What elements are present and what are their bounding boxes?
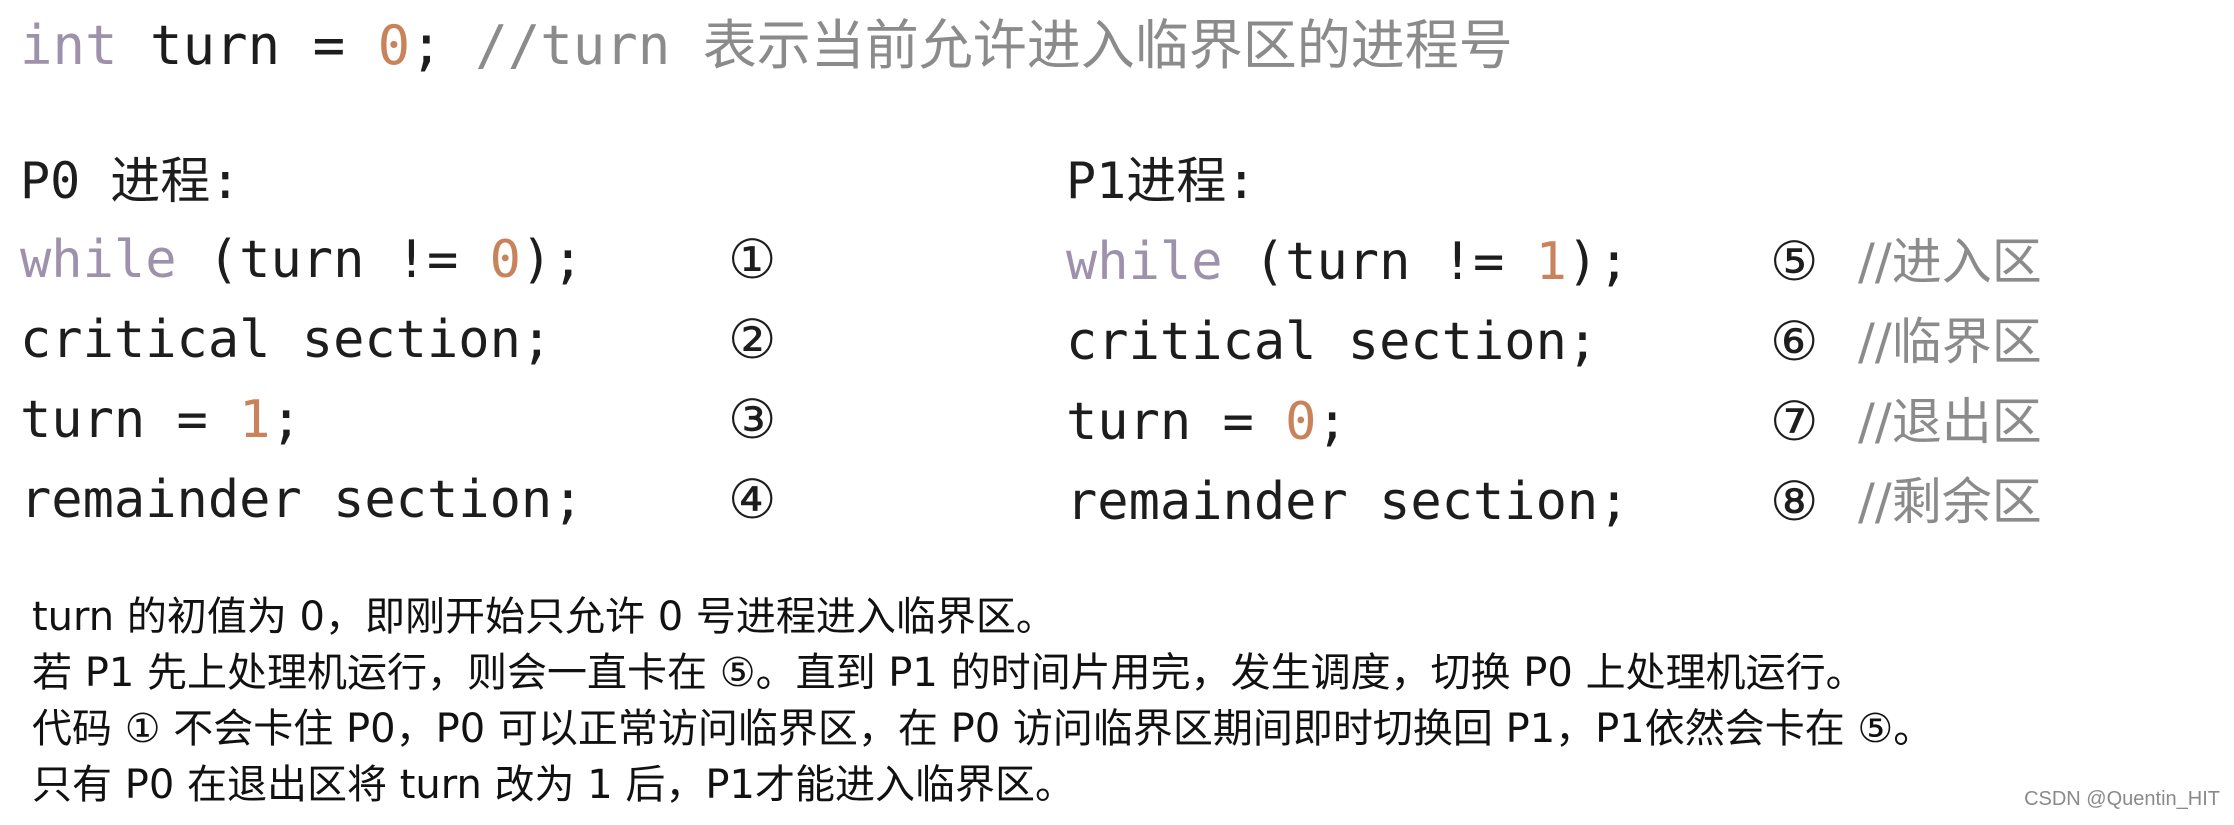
keyword-while: while <box>20 230 177 290</box>
code-text: ; <box>410 14 476 77</box>
section-comment-critical: //临界区 <box>1858 313 2042 371</box>
step-marker-4: ④ <box>728 468 777 531</box>
p0-code-line-4: remainder section; <box>20 465 584 535</box>
p1-code-line-4: remainder section; <box>1066 467 1630 537</box>
step-marker-3: ③ <box>728 388 777 451</box>
p0-code-line-3: turn = 1; <box>20 385 302 455</box>
keyword-int: int <box>20 14 118 77</box>
keyword-while: while <box>1066 232 1223 292</box>
p0-code-line-1: while (turn != 0); <box>20 225 584 295</box>
number-literal: 0 <box>1285 392 1317 452</box>
explanation-line-4: 只有 P0 在退出区将 turn 改为 1 后，P1才能进入临界区。 <box>32 762 1076 808</box>
p1-code-line-2: critical section; <box>1066 307 1598 377</box>
explanation-line-1: turn 的初值为 0，即刚开始只允许 0 号进程进入临界区。 <box>32 594 1056 640</box>
code-text: ; <box>270 390 302 450</box>
section-comment-remainder: //剩余区 <box>1858 473 2042 531</box>
code-text: critical section; <box>1066 312 1599 372</box>
step-marker-1: ① <box>728 228 777 291</box>
section-comment-exit: //退出区 <box>1858 393 2042 451</box>
code-text: remainder section; <box>1066 472 1630 532</box>
p1-code-line-3: turn = 0; <box>1066 387 1348 457</box>
step-marker-8: ⑧ <box>1770 470 1819 533</box>
explanation-line-3: 代码 ① 不会卡住 P0，P0 可以正常访问临界区，在 P0 访问临界区期间即时… <box>32 706 1934 752</box>
code-text: (turn != <box>176 230 490 290</box>
code-text: ; <box>1316 392 1348 452</box>
code-text: turn = <box>20 390 240 450</box>
p1-code-line-1: while (turn != 1); <box>1066 227 1630 297</box>
step-marker-5: ⑤ <box>1770 230 1819 293</box>
csdn-watermark: CSDN @Quentin_HIT <box>2024 788 2220 810</box>
code-text: turn = <box>117 14 378 77</box>
step-marker-2: ② <box>728 308 777 371</box>
step-marker-7: ⑦ <box>1770 390 1819 453</box>
code-text: ); <box>520 230 584 290</box>
number-literal: 0 <box>377 14 411 77</box>
code-text: turn = <box>1066 392 1286 452</box>
code-text: (turn != <box>1222 232 1536 292</box>
step-marker-6: ⑥ <box>1770 310 1819 373</box>
code-text: remainder section; <box>20 470 584 530</box>
p1-heading: P1进程: <box>1066 152 1257 210</box>
code-text: critical section; <box>20 310 553 370</box>
code-comment: //turn 表示当前允许进入临界区的进程号 <box>475 14 1513 77</box>
number-literal: 1 <box>239 390 271 450</box>
number-literal: 0 <box>489 230 521 290</box>
section-comment-entry: //进入区 <box>1858 233 2042 291</box>
number-literal: 1 <box>1535 232 1567 292</box>
code-text: ); <box>1566 232 1630 292</box>
explanation-line-2: 若 P1 先上处理机运行，则会一直卡在 ⑤。直到 P1 的时间片用完，发生调度，… <box>32 650 1866 696</box>
p0-heading: P0 进程: <box>20 152 241 210</box>
turn-declaration: int turn = 0; //turn 表示当前允许进入临界区的进程号 <box>20 10 1513 82</box>
p0-code-line-2: critical section; <box>20 305 552 375</box>
